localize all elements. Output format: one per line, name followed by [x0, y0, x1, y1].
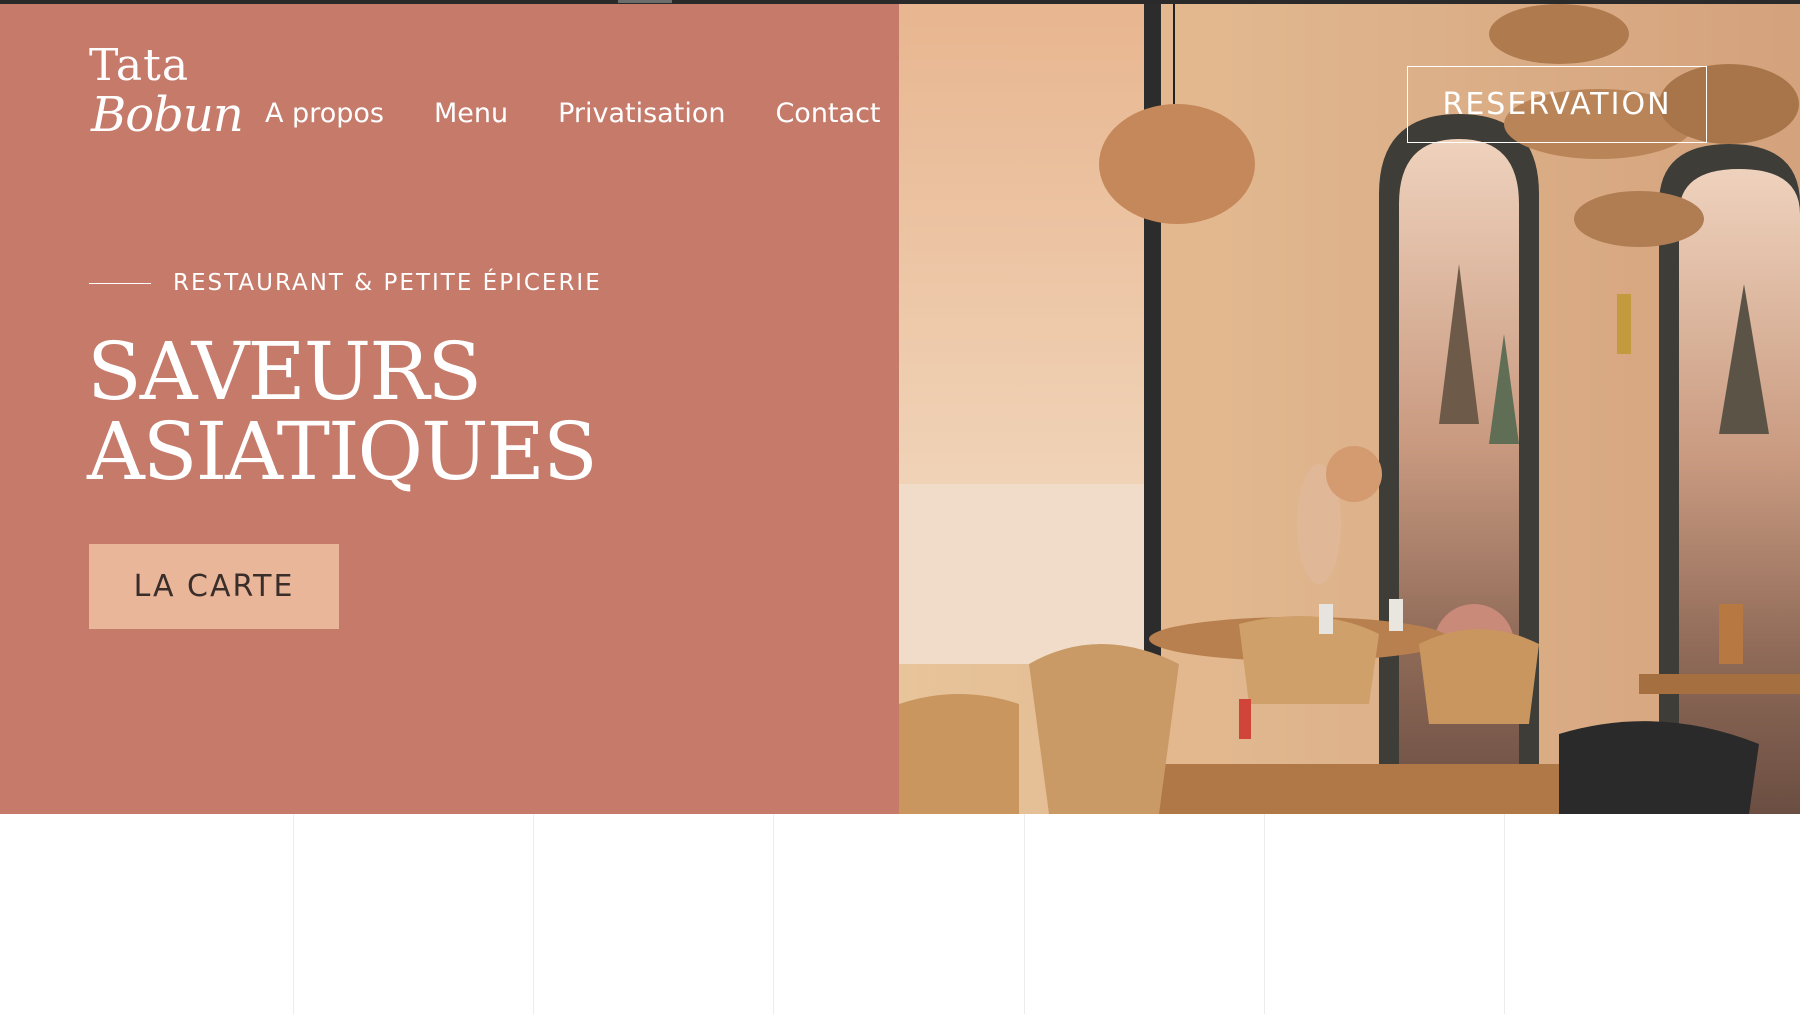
eyebrow-divider — [89, 282, 151, 284]
grid-divider — [773, 814, 774, 1014]
bottom-section-card — [80, 814, 1720, 1014]
grid-divider — [1504, 814, 1505, 1014]
grid-divider — [533, 814, 534, 1014]
hero-title: SAVEURS ASIATIQUES — [87, 325, 598, 498]
nav-link-contact[interactable]: Contact — [775, 96, 880, 132]
grid-divider — [1024, 814, 1025, 1014]
eyebrow-text: RESTAURANT & PETITE ÉPICERIE — [173, 270, 602, 296]
main-nav: A propos Menu Privatisation Contact — [265, 96, 881, 132]
hero-title-line1: SAVEURS — [87, 325, 482, 418]
scroll-thumb[interactable] — [618, 0, 672, 3]
menu-card-button[interactable]: LA CARTE — [89, 544, 339, 629]
grid-divider — [293, 814, 294, 1014]
nav-link-privatisation[interactable]: Privatisation — [558, 96, 725, 132]
nav-link-menu[interactable]: Menu — [434, 96, 508, 132]
reservation-button[interactable]: RESERVATION — [1407, 66, 1707, 143]
hero-eyebrow: RESTAURANT & PETITE ÉPICERIE — [89, 270, 602, 296]
hero-title-line2: ASIATIQUES — [87, 405, 598, 498]
brand-name-line1: Tata — [89, 40, 190, 91]
nav-link-about[interactable]: A propos — [265, 96, 384, 132]
brand-name-line2: Bobun — [91, 87, 244, 143]
grid-divider — [1264, 814, 1265, 1014]
brand-logo[interactable]: Tata Bobun — [89, 40, 244, 192]
